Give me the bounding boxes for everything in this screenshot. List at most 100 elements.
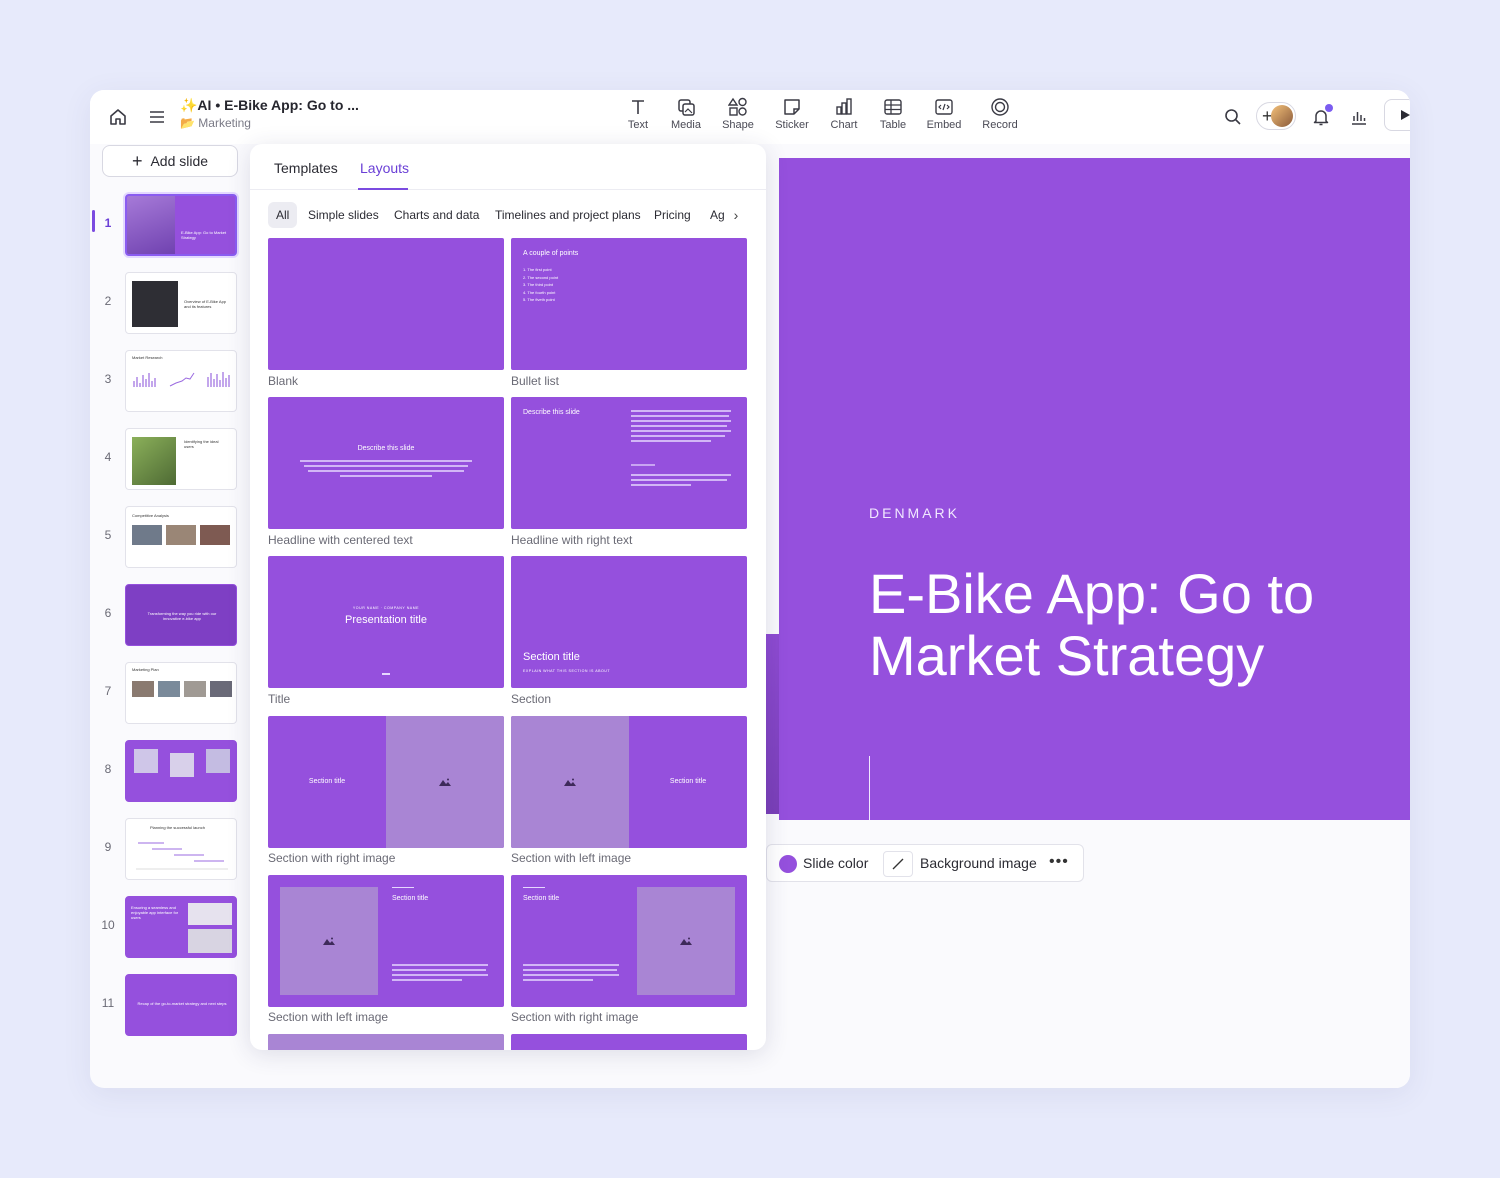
slide-thumbnail-8[interactable]: 8 — [90, 736, 250, 802]
slide-number: 1 — [104, 216, 112, 230]
chart-tool-button[interactable]: Chart — [816, 97, 872, 139]
slide-thumbnail-5[interactable]: 5 Competitive Analysis — [90, 502, 250, 568]
slide-thumbnail-3[interactable]: 3 Market Research — [90, 346, 250, 412]
layout-title: Section title — [392, 895, 429, 902]
document-title[interactable]: ✨AI • E-Bike App: Go to ... — [180, 97, 359, 114]
layout-headline-right-text[interactable]: Describe this slide — [511, 397, 747, 529]
tool-label: Table — [879, 119, 907, 131]
layout-subtitle: EXPLAIN WHAT THIS SECTION IS ABOUT — [523, 669, 611, 673]
slide-number: 5 — [104, 528, 112, 542]
embed-tool-button[interactable]: Embed — [916, 97, 972, 139]
layout-section[interactable]: Section title EXPLAIN WHAT THIS SECTION … — [511, 556, 747, 688]
slide-subtitle[interactable]: DENMARK — [869, 505, 960, 521]
slide-stage: DENMARK E-Bike App: Go to Market Strateg… — [766, 144, 1410, 1088]
layout-card-partial[interactable] — [511, 1034, 747, 1050]
record-tool-button[interactable]: Record — [972, 97, 1028, 139]
layout-label: Bullet list — [511, 374, 560, 388]
layout-title-slide[interactable]: YOUR NAME · COMPANY NAME Presentation ti… — [268, 556, 504, 688]
layout-title: Section title — [308, 778, 346, 785]
slide-color-swatch[interactable] — [779, 855, 797, 873]
slide-title[interactable]: E-Bike App: Go to Market Strategy — [869, 563, 1389, 687]
slide-color-button[interactable]: Slide color — [803, 855, 868, 871]
no-image-icon[interactable] — [883, 851, 913, 877]
play-icon — [1401, 110, 1410, 120]
slide-thumbnail-1[interactable]: 1 E-Bike App: Go to Market Strategy — [90, 190, 250, 256]
sticker-tool-button[interactable]: Sticker — [764, 97, 820, 139]
slide-number: 4 — [104, 450, 112, 464]
invite-collaborator-button[interactable]: + — [1256, 102, 1296, 130]
chip-pricing[interactable]: Pricing — [646, 202, 699, 228]
table-tool-button[interactable]: Table — [865, 97, 921, 139]
document-folder[interactable]: 📂 Marketing — [180, 116, 251, 130]
layout-card-partial[interactable] — [268, 1034, 504, 1050]
tool-label: Media — [671, 119, 701, 131]
layout-headline-centered[interactable]: Describe this slide — [268, 397, 504, 529]
slide-number: 10 — [101, 918, 115, 932]
home-icon[interactable] — [103, 102, 133, 132]
layout-section-left-image-text[interactable]: Section title — [268, 875, 504, 1007]
layout-label: Headline with centered text — [268, 533, 413, 547]
top-bar: ✨AI • E-Bike App: Go to ... 📂 Marketing … — [90, 90, 1410, 144]
layout-section-right-image-text[interactable]: Section title — [511, 875, 747, 1007]
record-icon — [991, 98, 1009, 116]
layout-blank[interactable] — [268, 238, 504, 370]
app-window: ✨AI • E-Bike App: Go to ... 📂 Marketing … — [90, 90, 1410, 1088]
table-icon — [884, 99, 902, 115]
slide-thumbnail-11[interactable]: 11 Recap of the go-to-market strategy an… — [90, 970, 250, 1036]
chip-simple-slides[interactable]: Simple slides — [300, 202, 387, 228]
slide-thumbnail-9[interactable]: 9 Planning the successful launch — [90, 814, 250, 880]
slide-number: 8 — [104, 762, 112, 776]
add-slide-label: Add slide — [150, 153, 209, 169]
slide-thumbnail-7[interactable]: 7 Marketing Plan — [90, 658, 250, 724]
mountain-icon — [439, 778, 451, 786]
image-placeholder — [386, 716, 504, 848]
slide-thumbnail-2[interactable]: 2 Overview of E-Bike App and its feature… — [90, 268, 250, 334]
chip-timelines[interactable]: Timelines and project plans — [487, 202, 649, 228]
chevron-right-icon[interactable]: › — [724, 202, 748, 228]
layout-label: Headline with right text — [511, 533, 633, 547]
present-button[interactable] — [1384, 99, 1410, 131]
slide-preview-text: Overview of E-Bike App and its features — [184, 299, 227, 310]
chip-all[interactable]: All — [268, 202, 298, 228]
background-image-button[interactable]: Background image — [920, 855, 1037, 871]
bell-icon[interactable] — [1306, 102, 1336, 132]
layout-title: Section title — [669, 778, 707, 785]
slide-thumbnail-10[interactable]: 10 Ensuring a seamless and enjoyable app… — [90, 892, 250, 958]
slide-preview: Marketing Plan — [125, 662, 237, 724]
image-placeholder — [268, 1034, 504, 1050]
tab-layouts[interactable]: Layouts — [360, 160, 409, 176]
menu-icon[interactable] — [142, 102, 172, 132]
media-tool-button[interactable]: Media — [658, 97, 714, 139]
analytics-icon[interactable] — [1344, 102, 1374, 132]
layout-section-right-image[interactable]: Section title — [268, 716, 504, 848]
slide-preview: E-Bike App: Go to Market Strategy — [125, 194, 237, 256]
slide-preview: Identifying the ideal users — [125, 428, 237, 490]
slide-thumbnail-6[interactable]: 6 Transforming the way you ride with our… — [90, 580, 250, 646]
shape-tool-button[interactable]: Shape — [710, 97, 766, 139]
tool-label: Shape — [722, 119, 754, 131]
slide-number: 11 — [101, 996, 115, 1010]
slide-thumbnail-4[interactable]: 4 Identifying the ideal users — [90, 424, 250, 490]
layout-title: Section title — [523, 651, 580, 663]
layout-bullet-2: 2. The second point — [523, 274, 559, 280]
notification-dot — [1325, 104, 1333, 112]
sticker-icon — [784, 99, 800, 115]
more-options-icon[interactable]: ••• — [1049, 853, 1069, 871]
layout-title: Presentation title — [345, 614, 427, 626]
add-slide-button[interactable]: + Add slide — [102, 145, 238, 177]
search-icon[interactable] — [1218, 102, 1248, 132]
layout-label: Section — [511, 692, 552, 706]
chart-icon — [836, 98, 852, 115]
slide-preview: Planning the successful launch — [125, 818, 237, 880]
chip-charts-and-data[interactable]: Charts and data — [386, 202, 487, 228]
tab-templates[interactable]: Templates — [274, 160, 338, 176]
slide-preview-text: Marketing Plan — [132, 667, 159, 672]
layout-title: Section title — [523, 895, 560, 902]
slide-preview-text: Transforming the way you ride with our i… — [147, 611, 217, 622]
layout-section-left-image[interactable]: Section title — [511, 716, 747, 848]
layout-bullet-list[interactable]: A couple of points 1. The first point 2.… — [511, 238, 747, 370]
slide-preview: Transforming the way you ride with our i… — [125, 584, 237, 646]
slide-preview: Competitive Analysis — [125, 506, 237, 568]
current-slide[interactable]: DENMARK E-Bike App: Go to Market Strateg… — [779, 158, 1410, 820]
layout-bullet-5: 5. The fiveth point — [523, 297, 555, 302]
